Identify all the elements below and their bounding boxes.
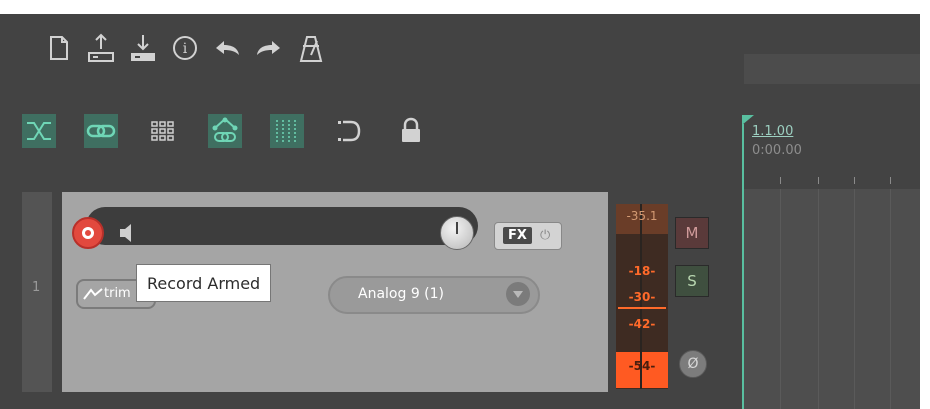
mute-button[interactable]: M: [675, 217, 709, 249]
arrange-view[interactable]: [744, 189, 920, 409]
meter-scale-label: -54-: [628, 359, 656, 373]
fx-label: FX: [503, 227, 532, 244]
envelope-icon: [83, 288, 103, 300]
ruler-tick: [854, 177, 855, 184]
meter-scale-label: -42-: [628, 317, 656, 331]
track-number-column[interactable]: 1: [22, 192, 52, 392]
ruler-tick: [780, 177, 781, 184]
fx-bypass-icon[interactable]: ⏻: [540, 228, 550, 243]
loop-icon[interactable]: [332, 114, 366, 148]
grid-line: [780, 189, 781, 409]
chevron-down-icon[interactable]: [506, 282, 530, 306]
grid-line: [854, 189, 855, 409]
ruler-position-time: 0:00.00: [752, 143, 802, 158]
record-input-label: Analog 9 (1): [358, 286, 445, 302]
redo-icon[interactable]: [252, 31, 286, 65]
item-grouping-icon[interactable]: [84, 114, 118, 148]
envelope-link-icon[interactable]: [208, 114, 242, 148]
mute-label: M: [685, 224, 699, 242]
meter-marker: [618, 307, 666, 309]
ruler-tick: [818, 177, 819, 184]
record-arm-button[interactable]: [72, 217, 104, 249]
track-number: 1: [32, 280, 41, 295]
speaker-icon[interactable]: [118, 223, 142, 243]
grid-line: [890, 189, 891, 409]
ruler-tick: [890, 177, 891, 184]
undo-icon[interactable]: [210, 31, 244, 65]
volume-knob[interactable]: [440, 216, 474, 250]
lock-icon[interactable]: [394, 114, 428, 148]
phase-icon: Ø: [687, 356, 699, 372]
svg-text:i: i: [183, 41, 188, 57]
meter-scale-label: -30-: [628, 290, 656, 304]
open-project-icon[interactable]: [84, 31, 118, 65]
new-project-icon[interactable]: [42, 31, 76, 65]
automation-mode-label: trim: [104, 286, 131, 301]
project-info-icon[interactable]: i: [168, 31, 202, 65]
metronome-icon[interactable]: [294, 31, 328, 65]
save-project-icon[interactable]: [126, 31, 160, 65]
ripple-edit-icon[interactable]: [22, 114, 56, 148]
meter-peak-value: -35.1: [626, 209, 658, 223]
grid-line: [818, 189, 819, 409]
tooltip: Record Armed: [136, 264, 272, 302]
phase-invert-button[interactable]: Ø: [679, 350, 707, 378]
meter-scale-label: -18-: [628, 264, 656, 278]
timeline-ruler[interactable]: [744, 54, 920, 84]
grid-icon[interactable]: [146, 114, 180, 148]
solo-button[interactable]: S: [675, 265, 709, 297]
solo-label: S: [687, 272, 697, 290]
track-name-field[interactable]: [86, 207, 478, 245]
edit-cursor[interactable]: [742, 124, 744, 409]
snap-grid-icon[interactable]: [270, 114, 304, 148]
reaper-window: i 1.1.00 0:00.00 1 FX ⏻ trim Analog 9 (1…: [0, 14, 920, 409]
ruler-position-beats: 1.1.00: [752, 124, 794, 139]
